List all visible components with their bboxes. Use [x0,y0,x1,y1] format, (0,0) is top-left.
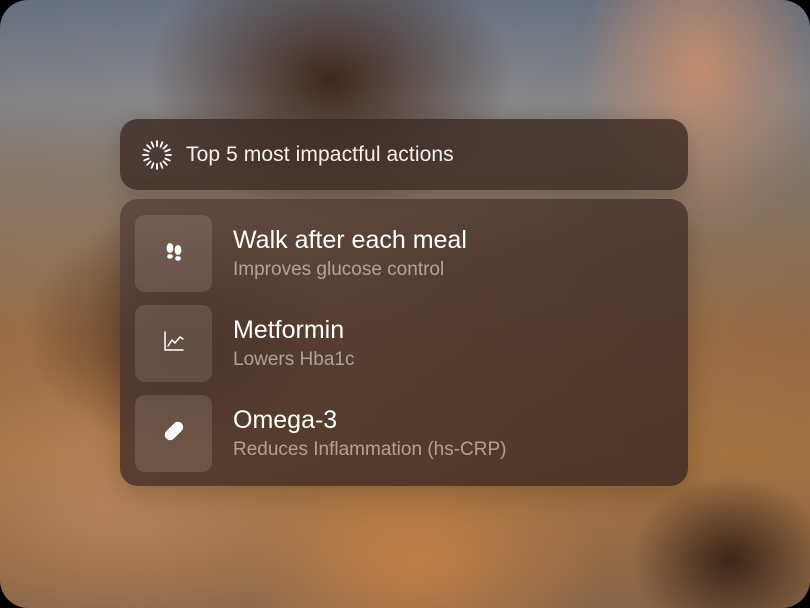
actions-list: Walk after each meal Improves glucose co… [120,199,688,486]
app-frame: Top 5 most impactful actions Walk after … [0,0,810,608]
pill-icon [162,419,186,448]
actions-header: Top 5 most impactful actions [120,119,688,190]
header-title: Top 5 most impactful actions [186,142,454,166]
action-title: Omega-3 [233,405,338,434]
action-subtitle: Improves glucose control [233,258,445,280]
action-text: Walk after each meal Improves glucose co… [233,225,467,282]
action-icon-tile [135,214,212,292]
action-item-metformin[interactable]: Metformin Lowers Hba1c [135,304,688,382]
action-icon-tile [135,394,212,472]
action-subtitle: Lowers Hba1c [233,348,355,370]
action-item-omega3[interactable]: Omega-3 Reduces Inflammation (hs-CRP) [135,394,688,472]
action-text: Omega-3 Reduces Inflammation (hs-CRP) [233,405,506,462]
action-text: Metformin Lowers Hba1c [233,315,354,372]
line-chart-icon [163,330,185,357]
action-icon-tile [135,304,212,382]
loader-icon [140,138,174,172]
action-title: Walk after each meal [233,225,467,254]
action-item-walk[interactable]: Walk after each meal Improves glucose co… [135,214,688,292]
action-title: Metformin [233,315,345,344]
footprints-icon [162,239,186,268]
action-subtitle: Reduces Inflammation (hs-CRP) [233,438,507,460]
